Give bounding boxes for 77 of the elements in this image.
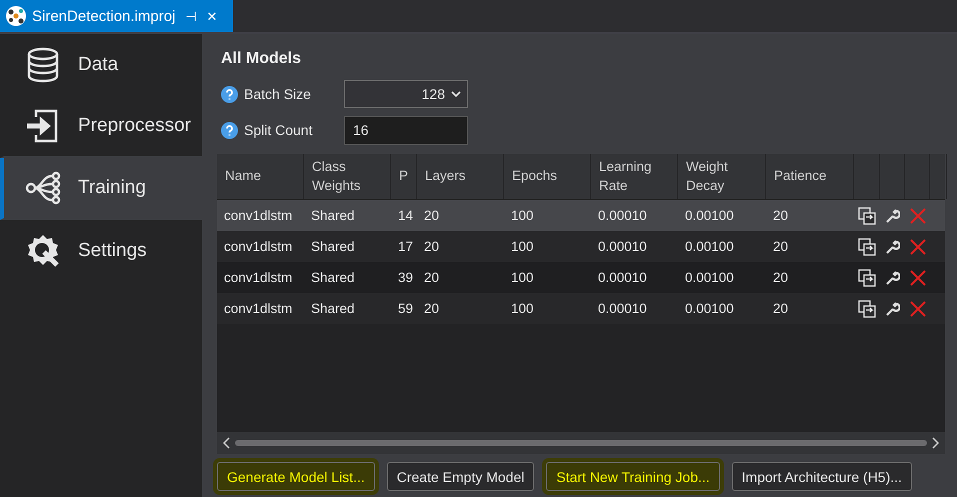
table-cell-text: 0.00010 bbox=[597, 208, 648, 223]
table-row[interactable]: conv1dlstm Shared 59 20 100 0.00010 0.00100 20 bbox=[217, 293, 945, 324]
table-cell-text: 100 bbox=[510, 301, 535, 316]
table-cell-text: 20 bbox=[772, 208, 790, 223]
scroll-right-icon[interactable] bbox=[931, 437, 939, 449]
table-cell-text: 0.00010 bbox=[597, 239, 648, 254]
chevron-down-icon bbox=[451, 90, 461, 98]
split-count-field[interactable]: 16 bbox=[344, 116, 468, 144]
table-cell-text: 0.00010 bbox=[597, 301, 648, 316]
help-icon bbox=[221, 86, 238, 102]
wrench-icon[interactable] bbox=[886, 302, 900, 316]
column-header[interactable]: P bbox=[391, 154, 417, 199]
copy-icon[interactable] bbox=[858, 268, 876, 286]
table-cell-text: conv1dlstm bbox=[223, 239, 294, 254]
wrench-icon[interactable] bbox=[886, 270, 900, 284]
batch-size-dropdown[interactable]: 128 bbox=[344, 80, 468, 108]
copy-icon[interactable] bbox=[858, 238, 876, 256]
column-header[interactable]: Weight Decay bbox=[678, 154, 766, 199]
column-header[interactable]: Patience bbox=[766, 154, 854, 199]
table-cell-text: 0.00100 bbox=[684, 208, 735, 223]
wrench-icon[interactable] bbox=[886, 240, 900, 254]
table-cell-text: 100 bbox=[510, 208, 535, 223]
table-cell-text: 0.00100 bbox=[684, 239, 735, 254]
table-cell-text: 20 bbox=[772, 270, 790, 285]
table-cell-text: 100 bbox=[510, 270, 535, 285]
table-cell-text: 17 bbox=[397, 239, 414, 254]
table-cell-text: 20 bbox=[772, 301, 790, 316]
copy-icon[interactable] bbox=[858, 300, 876, 318]
pin-icon[interactable]: ⊣ bbox=[185, 8, 196, 24]
table-row[interactable]: conv1dlstm Shared 17 20 100 0.00010 0.00100 20 bbox=[217, 231, 945, 262]
table-cell-text: 100 bbox=[510, 239, 535, 254]
column-header[interactable]: Layers bbox=[417, 154, 504, 199]
scroll-left-icon[interactable] bbox=[223, 437, 231, 449]
column-header[interactable]: Class Weights bbox=[304, 154, 391, 199]
sidebar-item[interactable]: Data bbox=[0, 34, 202, 96]
table-cell-text: Shared bbox=[310, 208, 356, 223]
table-row[interactable]: conv1dlstm Shared 14 20 100 0.00010 0.00100 20 bbox=[217, 200, 945, 231]
action-button[interactable]: Create Empty Model bbox=[386, 462, 534, 491]
action-button[interactable]: Import Architecture (H5)... bbox=[732, 462, 912, 491]
table-cell-text: 0.00100 bbox=[684, 301, 735, 316]
table-cell-text: 20 bbox=[772, 239, 790, 254]
sidebar-item[interactable]: Settings bbox=[0, 220, 202, 282]
horizontal-scrollbar[interactable] bbox=[217, 432, 945, 454]
table-cell-text: conv1dlstm bbox=[223, 208, 294, 223]
field-label: Split Count bbox=[244, 122, 314, 138]
delete-icon[interactable] bbox=[910, 300, 926, 316]
column-header[interactable]: Epochs bbox=[504, 154, 591, 199]
table-cell-text: 0.00100 bbox=[684, 270, 735, 285]
table-cell-text: 20 bbox=[423, 208, 440, 223]
table-cell-text: 14 bbox=[397, 208, 414, 223]
tab-title: SirenDetection.improj bbox=[32, 8, 176, 24]
close-icon[interactable]: ✕ bbox=[206, 8, 218, 24]
table-cell-text: 59 bbox=[397, 301, 414, 316]
help-icon bbox=[221, 122, 238, 138]
app-logo-icon bbox=[6, 6, 26, 26]
field-label: Batch Size bbox=[244, 86, 312, 102]
column-header[interactable]: Learning Rate bbox=[591, 154, 678, 199]
table-cell-text: 0.00010 bbox=[597, 270, 648, 285]
table-cell-text: 39 bbox=[397, 270, 414, 285]
table-cell-text: conv1dlstm bbox=[223, 270, 294, 285]
wrench-icon[interactable] bbox=[886, 208, 900, 222]
table-cell-text: Shared bbox=[310, 239, 356, 254]
document-tab[interactable]: SirenDetection.improj ⊣ ✕ bbox=[0, 0, 233, 32]
delete-icon[interactable] bbox=[910, 238, 926, 254]
sidebar-item[interactable]: Training bbox=[0, 158, 202, 220]
table-cell-text: Shared bbox=[310, 270, 356, 285]
delete-icon[interactable] bbox=[910, 270, 926, 286]
column-header[interactable]: Name bbox=[217, 154, 304, 199]
copy-icon[interactable] bbox=[858, 206, 876, 224]
section-title: All Models bbox=[221, 50, 302, 68]
table-cell-text: conv1dlstm bbox=[223, 301, 294, 316]
table-row[interactable]: conv1dlstm Shared 39 20 100 0.00010 0.00100 20 bbox=[217, 262, 945, 293]
network-icon bbox=[24, 169, 62, 207]
table-cell-text: 20 bbox=[423, 301, 440, 316]
table-cell-text: 20 bbox=[423, 239, 440, 254]
table-cell-text: Shared bbox=[310, 301, 356, 316]
table-cell-text: 20 bbox=[423, 270, 440, 285]
